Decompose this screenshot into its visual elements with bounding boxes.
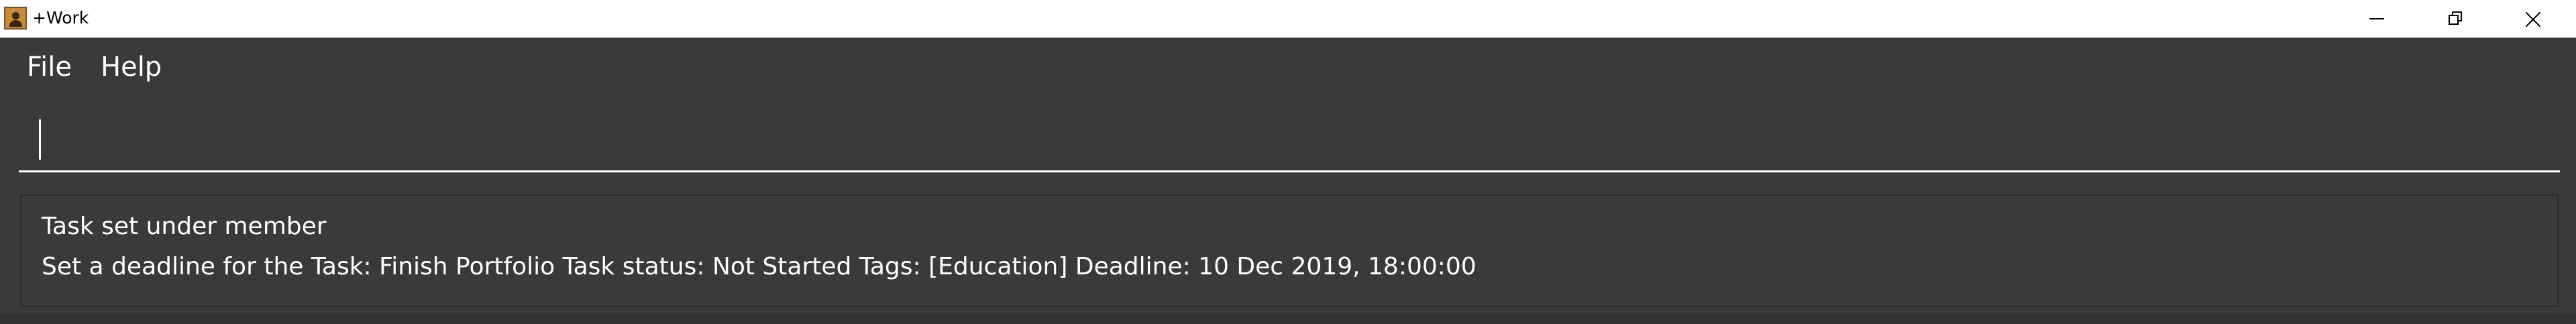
close-icon bbox=[2524, 11, 2542, 28]
app-window: +Work File Help Task set under member Se… bbox=[0, 0, 2576, 324]
menu-file[interactable]: File bbox=[27, 51, 72, 83]
result-detail-line: Set a deadline for the Task: Finish Port… bbox=[42, 253, 1477, 280]
minimize-icon bbox=[2369, 18, 2384, 19]
restore-button[interactable] bbox=[2419, 0, 2493, 38]
window-title: +Work bbox=[32, 8, 89, 28]
minimize-button[interactable] bbox=[2341, 0, 2415, 38]
result-display: Task set under member Set a deadline for… bbox=[20, 195, 2559, 307]
app-person-icon bbox=[4, 7, 27, 30]
restore-icon-front bbox=[2449, 15, 2459, 25]
result-message-line: Task set under member bbox=[42, 213, 327, 240]
close-button[interactable] bbox=[2497, 0, 2571, 38]
command-input[interactable] bbox=[40, 114, 2552, 157]
command-box[interactable] bbox=[19, 99, 2560, 172]
text-caret bbox=[39, 119, 41, 160]
menu-help[interactable]: Help bbox=[101, 51, 162, 83]
status-strip bbox=[0, 314, 2576, 324]
menu-bar: File Help bbox=[0, 38, 2576, 95]
title-bar[interactable]: +Work bbox=[0, 0, 2576, 38]
